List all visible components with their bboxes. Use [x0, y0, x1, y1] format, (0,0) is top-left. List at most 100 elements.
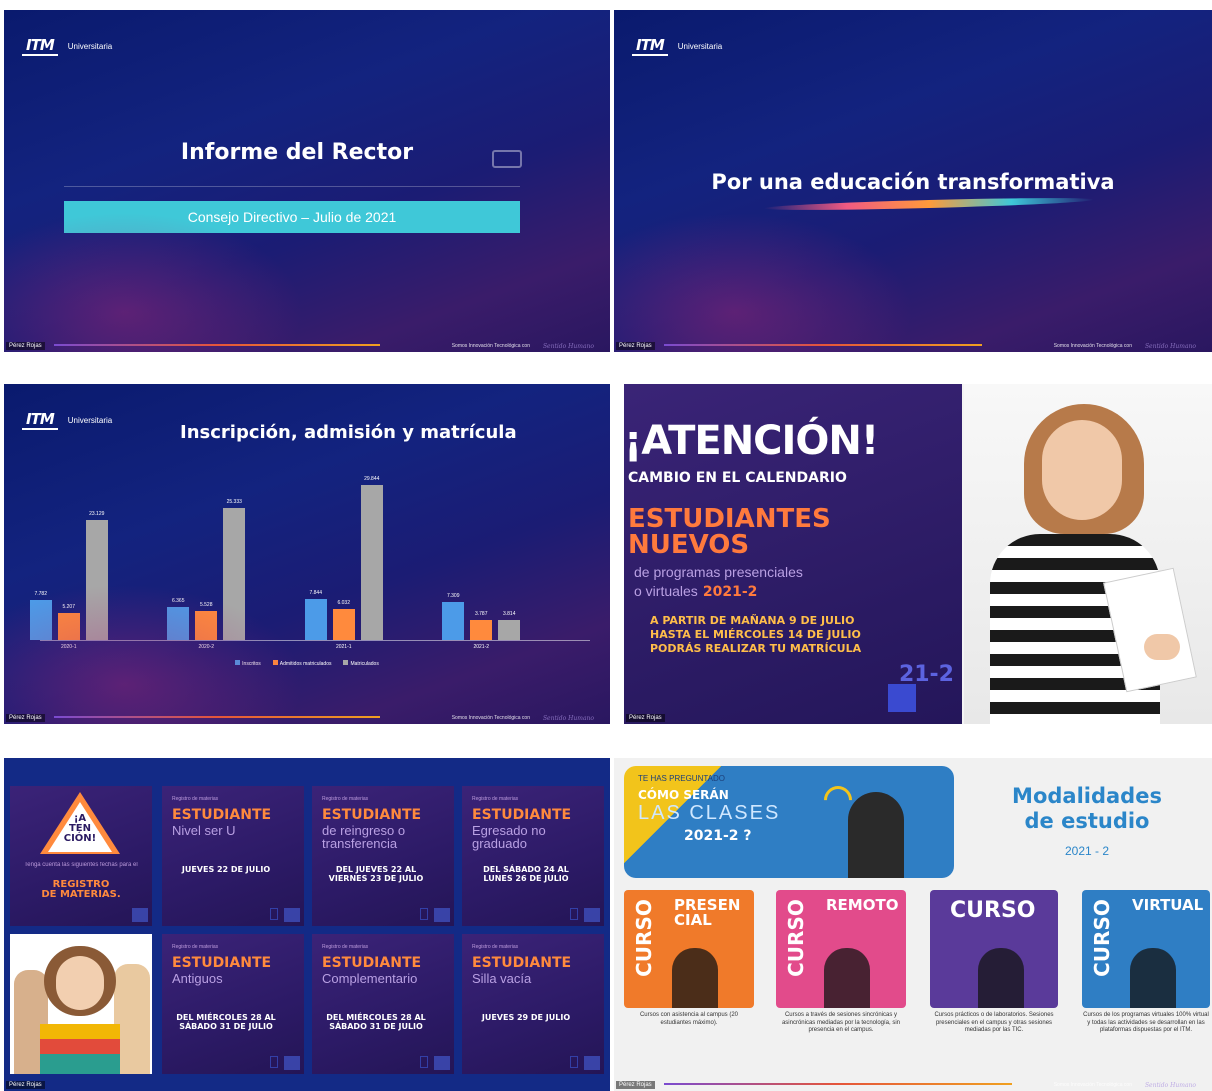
slide-inscripcion-chart: ITM Universitaria Inscripción, admisión …: [4, 384, 610, 724]
category-axis: 2020-1 2020-2 2021-1 2021-2: [40, 644, 590, 654]
tile-date: JUEVES 29 DE JULIO: [481, 1013, 571, 1022]
footer-line: [54, 344, 380, 346]
deco-square: [584, 1056, 600, 1070]
presenter-name: Pérez Rojas: [626, 714, 665, 722]
bar-inscritos: [167, 606, 190, 640]
slide-footer: Pérez Rojas Somos Innovación Tecnológica…: [4, 710, 610, 724]
bar-inscritos: [29, 599, 52, 640]
logo-mark: ITM: [22, 410, 58, 430]
footer-signature: Sentido Humano: [542, 343, 594, 350]
slide-modalidades: TE HAS PREGUNTADO CÓMO SERÁN LAS CLASES …: [614, 758, 1212, 1091]
presenter-name: Pérez Rojas: [616, 342, 655, 350]
deco-outline: [270, 1056, 278, 1068]
card-vertical-label: CURSO: [632, 899, 656, 977]
deco-outline: [570, 908, 578, 920]
footer-line: [664, 344, 982, 346]
tile-subheading: Antiguos: [172, 971, 223, 986]
card-description: Cursos de los programas virtuales 100% v…: [1083, 1012, 1209, 1033]
bar-value-label: 5.207: [62, 603, 75, 610]
question-banner: TE HAS PREGUNTADO CÓMO SERÁN LAS CLASES …: [624, 766, 954, 878]
bar-matriculados: [360, 484, 383, 640]
deco-square: [434, 908, 450, 922]
deco-outline: [270, 908, 278, 920]
footer-signature: Sentido Humano: [1144, 343, 1196, 350]
desc-line2: o virtuales: [634, 583, 698, 599]
presenter-name: Pérez Rojas: [616, 1081, 655, 1089]
tile-caption: Registro de materias: [322, 796, 369, 802]
question-line2: LAS CLASES: [638, 802, 781, 824]
legend-swatch: [343, 660, 349, 665]
card-vertical-label: CURSO: [1090, 899, 1114, 977]
slide-informe-rector: ITM Universitaria Informe del Rector Con…: [4, 10, 610, 352]
dates-line1: A PARTIR DE MAÑANA 9 DE JULIO: [650, 614, 855, 627]
students-photo: [10, 934, 152, 1074]
slide-footer: Pérez Rojas Somos Innovación Tecnológica…: [4, 338, 610, 352]
tile-date: DEL MIÉRCOLES 28 AL SÁBADO 31 DE JULIO: [326, 1013, 426, 1031]
tile-caption: Registro de materias: [472, 796, 519, 802]
category-label: 2021-1: [335, 644, 352, 650]
tile-heading: ESTUDIANTE: [472, 955, 572, 971]
bar-value-label: 6.365: [171, 597, 185, 604]
tile-subheading: Silla vacía: [472, 971, 532, 986]
itm-logo: ITM Universitaria: [22, 36, 112, 56]
tile-antiguos: Registro de materias ESTUDIANTE Antiguos DE…: [162, 934, 304, 1074]
bar-admitidos-matriculados: [470, 620, 493, 640]
footer-line: [54, 716, 380, 718]
bar-value-label: 3.814: [502, 611, 516, 618]
card-big-label: CURSO: [950, 898, 1036, 923]
bar-value-label: 25.333: [226, 499, 242, 506]
tile-caption: Registro de materias: [322, 944, 369, 950]
books-stack: [40, 1024, 120, 1074]
logo-mark: ITM: [22, 36, 58, 56]
deco-square: [434, 1056, 450, 1070]
legend-item: Admitidos matriculados: [272, 660, 331, 667]
deco-square: [284, 1056, 300, 1070]
hand-icon: [492, 150, 522, 168]
presenter-figure: [848, 792, 904, 878]
tile-date: DEL JUEVES 22 AL VIERNES 23 DE JULIO: [328, 865, 424, 883]
brush-stroke: [763, 195, 1095, 213]
card-presencial: CURSO PRESENCIAL: [624, 890, 754, 1008]
card-figure: [672, 948, 718, 1008]
card-figure: [978, 948, 1024, 1008]
presenter-name: Pérez Rojas: [6, 714, 45, 722]
itm-logo: ITM Universitaria: [22, 410, 112, 430]
deco-square: [132, 908, 148, 922]
highlight-nuevos: NUEVOS: [628, 530, 750, 560]
bar-value-label: 7.844: [309, 590, 322, 597]
registro-title: REGISTRO DE MATERIAS.: [10, 880, 152, 900]
deco-square: [284, 908, 300, 922]
bar-value-label: 3.787: [474, 611, 488, 618]
tile-atencion: ¡A TEN CIÓN! Tenga cuenta las siguientes…: [10, 786, 152, 926]
tile-subheading: de reingreso o transferencia: [322, 823, 406, 851]
tile-reingreso: Registro de materias ESTUDIANTE de reingre…: [312, 786, 454, 926]
tile-subheading: Complementario: [322, 971, 418, 986]
slide-atencion-calendario: ¡ATENCIÓN! CAMBIO EN EL CALENDARIO ESTUD…: [624, 384, 1212, 724]
atencion-panel: ¡ATENCIÓN! CAMBIO EN EL CALENDARIO ESTUD…: [624, 384, 962, 724]
footer-slogan: Somos Innovación Tecnológica con: [451, 715, 530, 721]
modalidades-period: 2021 - 2: [1064, 844, 1110, 858]
title-line2: de estudio: [1024, 809, 1150, 834]
bar-chart: 7.782 5.207 23.129 6.365 5.528 25.333 7.844 6.0…: [29, 476, 590, 640]
legend-item: Matriculados: [343, 660, 379, 667]
title-line1: Modalidades: [1012, 784, 1162, 808]
registro-line2: DE MATERIAS.: [41, 889, 121, 900]
modalidades-title: Modalidades de estudio: [964, 784, 1210, 834]
atencion-text: ¡A TEN CIÓN!: [52, 814, 108, 844]
tile-subheading: Egresado no graduado: [472, 823, 546, 851]
chart-legend: Inscritos Admitidos matriculados Matricula…: [4, 660, 610, 667]
footer-line: [664, 1083, 1012, 1085]
student-photo: [964, 384, 1212, 724]
tile-heading: ESTUDIANTE: [322, 807, 422, 823]
question-line3: 2021-2 ?: [684, 828, 752, 844]
bar-value-label: 29.844: [364, 475, 380, 482]
slide-registro-materias: ¡A TEN CIÓN! Tenga cuenta las siguientes…: [4, 758, 610, 1091]
bar-inscritos: [442, 602, 465, 640]
bar-value-label: 5.528: [199, 602, 213, 609]
tile-caption: Registro de materias: [472, 944, 519, 950]
legend-swatch: [272, 660, 278, 665]
card-figure: [824, 948, 870, 1008]
card-big-label: VIRTUAL: [1132, 896, 1204, 914]
footer-slogan: Somos Innovación Tecnológica con: [1053, 1082, 1132, 1088]
deco-outline: [570, 1056, 578, 1068]
